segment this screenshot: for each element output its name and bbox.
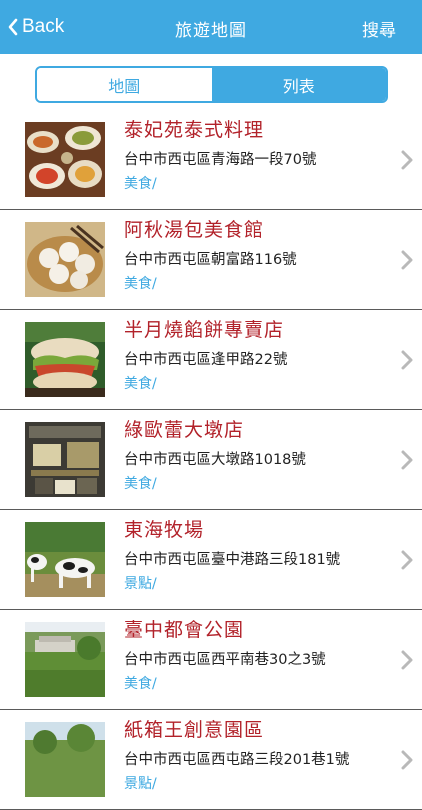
segment-list-tab[interactable]: 列表	[211, 68, 386, 101]
page-title: 旅遊地圖	[175, 21, 247, 41]
chevron-right-icon	[401, 750, 413, 770]
navigation-bar: Back 旅遊地圖 搜尋	[0, 0, 422, 54]
list-item[interactable]: 綠歐蕾大墩店 台中市西屯區大墩路1018號 美食/	[0, 410, 422, 510]
list-item[interactable]: 泰妃苑泰式料理 台中市西屯區青海路一段70號 美食/	[0, 110, 422, 210]
place-name: 阿秋湯包美食館	[124, 219, 265, 241]
place-name: 紙箱王創意園區	[124, 719, 265, 741]
place-thumbnail	[25, 522, 105, 597]
place-address: 台中市西屯區逢甲路22號	[124, 352, 288, 368]
place-category: 美食/	[124, 376, 157, 392]
chevron-right-icon	[401, 550, 413, 570]
place-address: 台中市西屯區朝富路116號	[124, 252, 297, 268]
place-address: 台中市西屯區大墩路1018號	[124, 452, 306, 468]
place-thumbnail	[25, 722, 105, 797]
place-name: 臺中都會公園	[124, 619, 245, 641]
place-category: 景點/	[124, 776, 157, 792]
place-name: 半月燒餡餅專賣店	[124, 319, 285, 341]
chevron-right-icon	[401, 150, 413, 170]
search-button[interactable]: 搜尋	[362, 16, 396, 41]
place-thumbnail	[25, 422, 105, 497]
place-name: 東海牧場	[124, 519, 205, 541]
chevron-right-icon	[401, 250, 413, 270]
chevron-right-icon	[401, 450, 413, 470]
place-thumbnail	[25, 622, 105, 697]
place-name: 泰妃苑泰式料理	[124, 119, 265, 141]
list-item[interactable]: 半月燒餡餅專賣店 台中市西屯區逢甲路22號 美食/	[0, 310, 422, 410]
chevron-right-icon	[401, 350, 413, 370]
view-segmented-control: 地圖 列表	[35, 66, 388, 103]
place-address: 台中市西屯區青海路一段70號	[124, 152, 317, 168]
list-item[interactable]: 紙箱王創意園區 台中市西屯區西屯路三段201巷1號 景點/	[0, 710, 422, 810]
place-name: 綠歐蕾大墩店	[124, 419, 245, 441]
place-thumbnail	[25, 122, 105, 197]
place-thumbnail	[25, 322, 105, 397]
place-category: 美食/	[124, 476, 157, 492]
segment-map-tab[interactable]: 地圖	[37, 68, 212, 101]
list-item[interactable]: 東海牧場 台中市西屯區臺中港路三段181號 景點/	[0, 510, 422, 610]
place-category: 美食/	[124, 676, 157, 692]
place-address: 台中市西屯區臺中港路三段181號	[124, 552, 341, 568]
place-category: 景點/	[124, 576, 157, 592]
place-address: 台中市西屯區西屯路三段201巷1號	[124, 752, 350, 768]
places-list: 泰妃苑泰式料理 台中市西屯區青海路一段70號 美食/ 阿秋湯包美食館 台中市西屯…	[0, 110, 422, 810]
list-item[interactable]: 阿秋湯包美食館 台中市西屯區朝富路116號 美食/	[0, 210, 422, 310]
place-category: 美食/	[124, 276, 157, 292]
place-thumbnail	[25, 222, 105, 297]
list-item[interactable]: 臺中都會公園 台中市西屯區西平南巷30之3號 美食/	[0, 610, 422, 710]
place-category: 美食/	[124, 176, 157, 192]
chevron-right-icon	[401, 650, 413, 670]
place-address: 台中市西屯區西平南巷30之3號	[124, 652, 326, 668]
